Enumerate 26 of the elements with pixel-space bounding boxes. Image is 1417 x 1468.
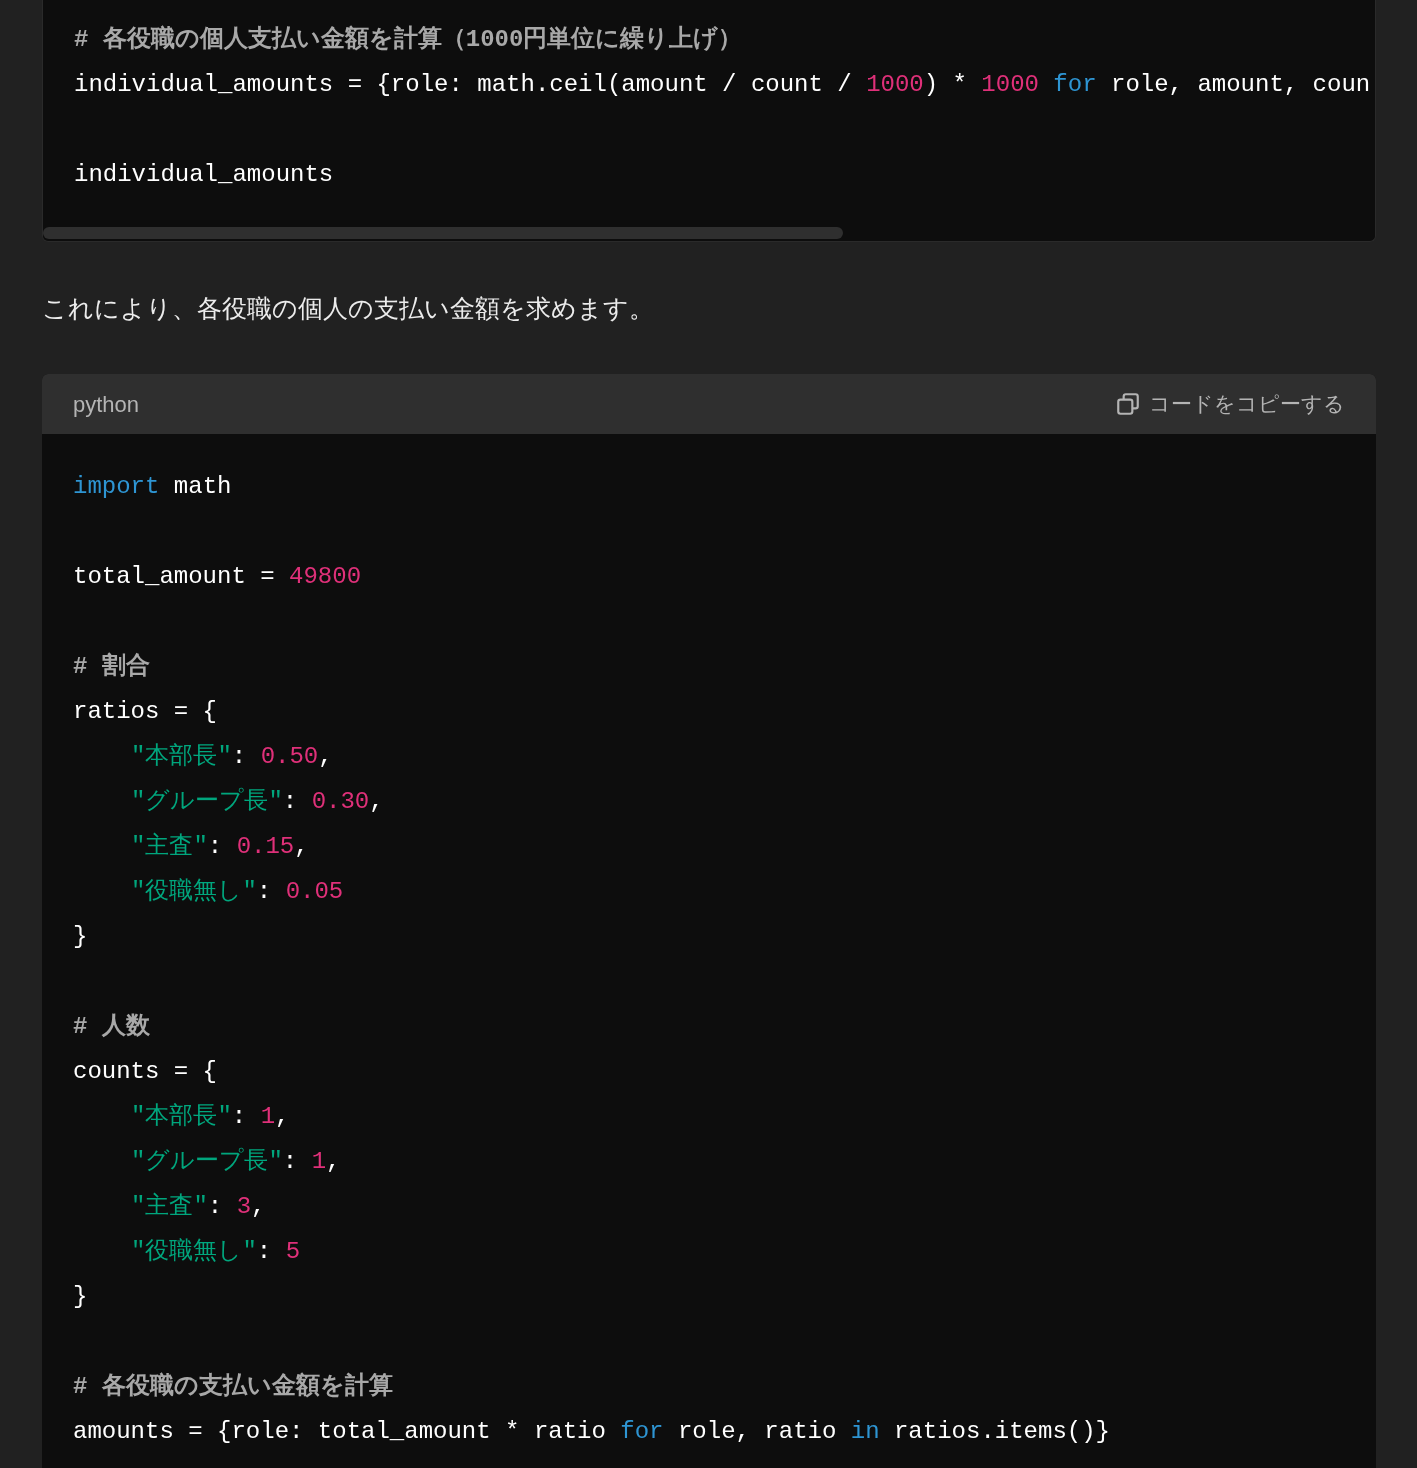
code-line: } [73,1282,89,1312]
code-line: "主査": 0.15, [130,831,310,862]
language-label: python [73,390,140,419]
code-line: } [73,922,89,952]
code-line: import math [73,472,233,502]
code-line: individual_amounts [74,160,335,190]
code-line: # 人数 [73,1012,151,1042]
code-line: "グループ長": 1, [130,1146,342,1177]
copy-code-button[interactable]: コードをコピーする [1115,388,1345,420]
code-line: "本部長": 1, [130,1102,291,1132]
code-line: "役職無し": 0.05 [130,877,345,907]
paragraph: これにより、各役職の個人の支払い金額を求めます。 [42,293,655,324]
code-line: individual_amounts = {role: math.ceil(amount / count / 1000) * 1000 for role, amount, coun [74,70,1372,100]
code-line: "グループ長": 0.30, [130,786,385,817]
code-line: # 各役職の支払い金額を計算 [73,1371,394,1402]
copy-icon [1115,391,1141,417]
code-line: total_amount = 49800 [73,562,363,592]
code-line: counts = { [73,1057,219,1087]
code-line: # 割合 [73,651,151,682]
code-line: amounts = {role: total_amount * ratio for role, ratio in ratios.items()} [73,1417,1111,1447]
code-line: ratios = { [73,697,219,727]
scrollbar-thumb[interactable] [43,227,843,239]
code-line: # 各役職の個人支払い金額を計算（1000円単位に繰り上げ） [74,24,744,55]
code-line: "主査": 3, [130,1191,267,1222]
code-line: "役職無し": 5 [130,1237,302,1267]
code-line: "本部長": 0.50, [130,742,334,772]
